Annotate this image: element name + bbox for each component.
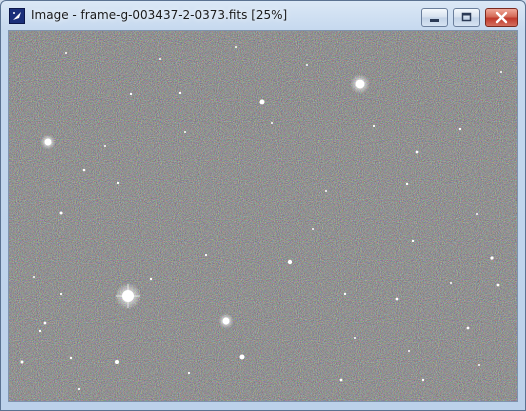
star <box>408 350 410 352</box>
star <box>104 145 106 147</box>
star <box>259 99 265 105</box>
star <box>490 256 494 260</box>
star <box>184 131 186 133</box>
star <box>33 276 35 278</box>
star <box>204 253 208 257</box>
star <box>115 360 119 364</box>
star <box>178 91 182 95</box>
star <box>466 326 470 330</box>
star <box>235 46 237 48</box>
star <box>65 52 67 54</box>
star <box>239 354 245 360</box>
star <box>149 277 153 281</box>
star <box>271 122 273 124</box>
star <box>20 360 24 364</box>
star <box>411 239 415 243</box>
star <box>38 329 42 333</box>
maximize-icon <box>461 12 472 22</box>
image-window: Image - frame-g-003437-2-0373.fits [25%] <box>0 0 526 411</box>
star <box>43 321 47 325</box>
star <box>159 58 161 60</box>
star <box>59 211 63 215</box>
window-title: Image - frame-g-003437-2-0373.fits [25%] <box>31 8 288 22</box>
star <box>325 190 327 192</box>
close-button[interactable] <box>485 8 518 27</box>
star <box>421 378 425 382</box>
maximize-button[interactable] <box>453 8 480 27</box>
star-field-image <box>9 31 517 401</box>
star <box>44 138 52 146</box>
star <box>77 387 81 391</box>
star <box>312 228 314 230</box>
star <box>222 317 230 325</box>
star <box>355 79 365 89</box>
image-canvas[interactable] <box>8 30 518 402</box>
star <box>450 282 452 284</box>
star <box>82 168 86 172</box>
star <box>500 71 502 73</box>
star <box>69 356 73 360</box>
minimize-icon <box>430 19 439 22</box>
star <box>478 364 480 366</box>
star <box>339 378 343 382</box>
star <box>187 371 191 375</box>
star <box>287 259 293 265</box>
star <box>59 292 63 296</box>
close-icon <box>495 11 508 24</box>
noise-texture <box>9 31 517 401</box>
star <box>306 64 308 66</box>
star <box>415 150 419 154</box>
star <box>343 292 347 296</box>
star <box>116 181 120 185</box>
title-bar[interactable]: Image - frame-g-003437-2-0373.fits [25%] <box>1 1 525 29</box>
astronomy-app-icon[interactable] <box>9 8 25 24</box>
star <box>372 124 376 128</box>
star <box>405 182 409 186</box>
star <box>496 283 500 287</box>
star <box>476 213 478 215</box>
star <box>129 92 133 96</box>
star <box>395 297 399 301</box>
star <box>458 127 462 131</box>
star <box>354 337 356 339</box>
minimize-button[interactable] <box>421 8 448 27</box>
